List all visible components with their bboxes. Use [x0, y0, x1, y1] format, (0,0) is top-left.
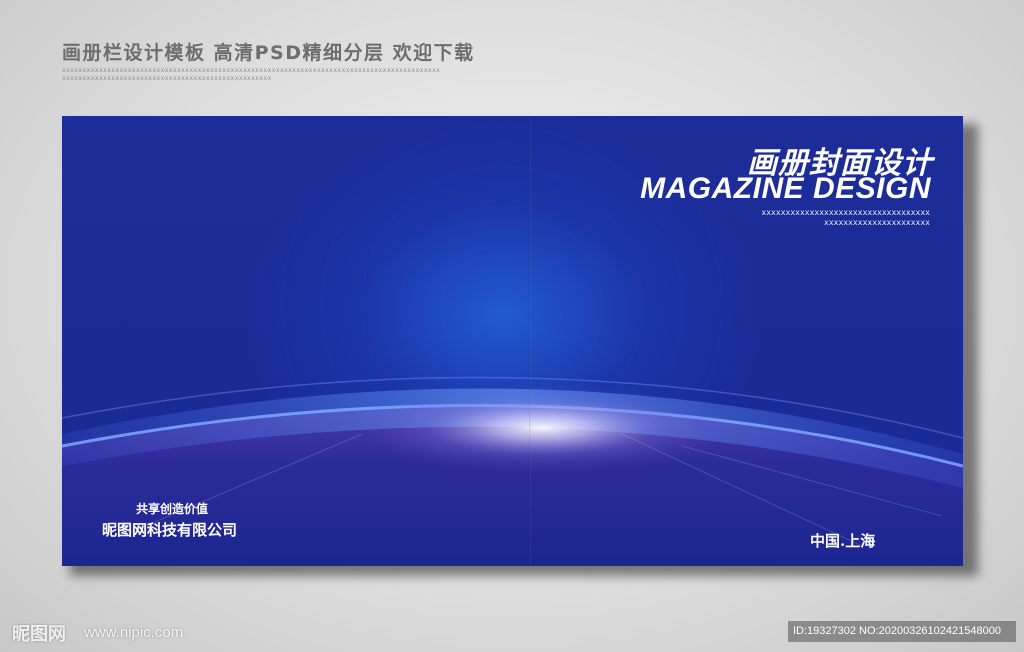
header-filler-line-2: xxxxxxxxxxxxxxxxxxxxxxxxxxxxxxxxxxxxxxxx…	[62, 75, 272, 82]
spine-fold	[529, 116, 531, 566]
watermark-url: www.nipic.com	[84, 624, 184, 641]
magazine-cover: 画册封面设计 MAGAZINE DESIGN xxxxxxxxxxxxxxxxx…	[62, 116, 963, 566]
cover-location: 中国.上海	[810, 532, 876, 550]
header-filler-line-1: xxxxxxxxxxxxxxxxxxxxxxxxxxxxxxxxxxxxxxxx…	[62, 67, 441, 74]
watermark-logo: 昵图网	[12, 624, 66, 645]
light-flare	[352, 383, 732, 473]
header-title: 画册栏设计模板 高清PSD精细分层 欢迎下载	[62, 42, 475, 64]
cover-filler-line-1: xxxxxxxxxxxxxxxxxxxxxxxxxxxxxxxxxxx	[761, 208, 930, 217]
cover-title-en: MAGAZINE DESIGN	[640, 172, 931, 205]
watermark-id-text: ID:19327302 NO:20200326102421548000	[793, 625, 1001, 637]
cover-filler-line-2: xxxxxxxxxxxxxxxxxxxxxx	[824, 218, 930, 227]
cover-slogan: 共享创造价值	[136, 502, 209, 516]
cover-company: 昵图网科技有限公司	[102, 521, 238, 539]
